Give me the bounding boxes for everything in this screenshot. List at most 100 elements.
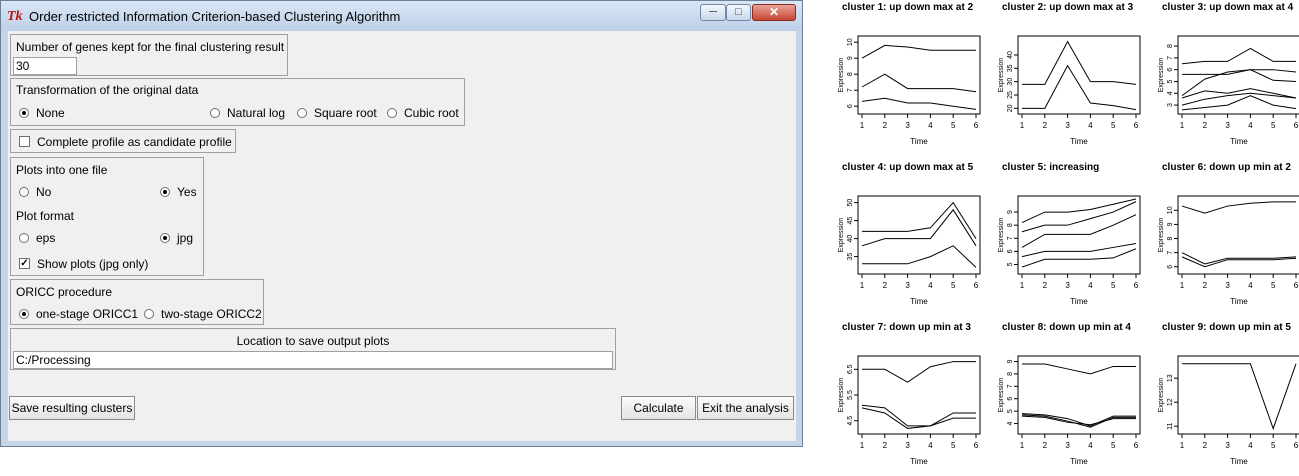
series-line-1 (1181, 201, 1296, 214)
y-tick-label: 50 (847, 199, 854, 207)
complete-profile-checkbox[interactable] (19, 136, 30, 147)
x-tick-label: 2 (883, 441, 888, 450)
x-tick-label: 5 (1271, 281, 1276, 290)
y-tick-label: 10 (847, 38, 854, 46)
radio-one-file-yes[interactable] (160, 187, 170, 197)
x-tick-label: 3 (905, 281, 910, 290)
plot-frame (857, 195, 981, 275)
x-axis-label: Time (1230, 297, 1248, 306)
y-tick-label: 35 (847, 253, 854, 261)
radio-oricc1[interactable] (19, 309, 29, 319)
y-axis-label: Expression (1158, 378, 1165, 413)
y-tick-label: 5.5 (847, 390, 854, 400)
x-tick-label: 4 (1088, 281, 1093, 290)
radio-natural-log[interactable] (210, 108, 220, 118)
radio-square-root-label: Square root (314, 106, 377, 120)
plot-frame (1177, 195, 1299, 275)
y-tick-label: 8 (1167, 44, 1174, 48)
x-axis-label: Time (910, 137, 928, 146)
y-tick-label: 6 (1167, 265, 1174, 269)
calculate-button[interactable]: Calculate (621, 396, 696, 420)
tk-logo-icon: Tk (7, 9, 23, 24)
radio-square-root[interactable] (297, 108, 307, 118)
x-tick-label: 5 (951, 281, 956, 290)
show-plots-label: Show plots (jpg only) (37, 257, 149, 271)
plot-5: 1 2 3 4 5 6 5 6 7 8 9 Time Expression (998, 195, 1141, 306)
complete-profile-frame: Complete profile as candidate profile (10, 129, 236, 153)
y-tick-label: 6.5 (847, 364, 854, 374)
x-axis-label: Time (1230, 457, 1248, 466)
radio-oricc2-label: two-stage ORICC2 (161, 307, 262, 321)
transform-frame: Transformation of the original data None… (10, 78, 465, 126)
radio-one-file-no-label: No (36, 185, 52, 199)
close-icon[interactable]: ✕ (752, 4, 796, 21)
save-clusters-button[interactable]: Save resulting clusters (9, 396, 135, 420)
location-label: Location to save output plots (236, 334, 390, 348)
x-tick-label: 3 (1225, 441, 1230, 450)
x-tick-label: 3 (1065, 441, 1070, 450)
procedure-frame: ORICC procedure one-stage ORICC1 two-sta… (10, 279, 264, 325)
radio-format-eps[interactable] (19, 233, 29, 243)
y-tick-label: 4 (1167, 91, 1174, 95)
series-line-3 (1021, 214, 1137, 248)
y-tick-label: 6 (1167, 68, 1174, 72)
y-tick-label: 6 (847, 104, 854, 108)
y-tick-label: 7 (1007, 236, 1014, 240)
x-tick-label: 3 (1225, 121, 1230, 130)
plot-frame (857, 355, 981, 435)
plot-title-8: cluster 8: down up min at 4 (1002, 322, 1131, 333)
transform-label: Transformation of the original data (16, 83, 199, 97)
maximize-icon[interactable]: □ (726, 4, 751, 21)
radio-oricc2[interactable] (144, 309, 154, 319)
plot-title-2: cluster 2: up down max at 3 (1002, 2, 1134, 13)
exit-button[interactable]: Exit the analysis (697, 396, 794, 420)
radio-cubic-root[interactable] (387, 108, 397, 118)
x-tick-label: 6 (974, 121, 979, 130)
plot-title-3: cluster 3: up down max at 4 (1162, 2, 1294, 13)
show-plots-checkbox[interactable]: ✓ (19, 258, 30, 269)
radio-format-jpg[interactable] (160, 233, 170, 243)
y-tick-label: 7 (1007, 384, 1014, 388)
location-input[interactable]: C:/Processing (13, 351, 613, 369)
x-tick-label: 4 (1088, 441, 1093, 450)
genes-input[interactable]: 30 (13, 57, 77, 75)
minimize-icon[interactable]: ─ (700, 4, 726, 21)
radio-one-file-no[interactable] (19, 187, 29, 197)
x-tick-label: 6 (1294, 441, 1299, 450)
genes-frame: Number of genes kept for the final clust… (10, 34, 288, 76)
x-tick-label: 4 (928, 281, 933, 290)
x-tick-label: 4 (1088, 121, 1093, 130)
y-tick-label: 9 (847, 56, 854, 60)
series-line-2 (1181, 252, 1297, 265)
y-tick-label: 11 (1167, 422, 1174, 429)
radio-natural-log-label: Natural log (227, 106, 286, 120)
series-line-1 (862, 361, 976, 383)
x-tick-label: 4 (1248, 441, 1253, 450)
radio-one-file-yes-label: Yes (177, 185, 197, 199)
x-tick-label: 2 (1043, 441, 1048, 450)
y-tick-label: 3 (1167, 103, 1174, 107)
series-line-1 (1182, 363, 1297, 431)
series-line-2 (1021, 201, 1137, 233)
x-tick-label: 2 (883, 281, 888, 290)
plot-7: 1 2 3 4 5 6 4.5 5.5 6.5 Time Expression (838, 355, 981, 466)
x-axis-label: Time (1070, 297, 1088, 306)
y-axis-label: Expression (998, 58, 1005, 93)
x-tick-label: 1 (860, 441, 865, 450)
title-bar[interactable]: Tk Order restricted Information Criterio… (1, 1, 802, 31)
y-tick-label: 6 (1007, 249, 1014, 253)
series-line-1 (862, 201, 977, 239)
plot-4: 1 2 3 4 5 635404550TimeExpression (838, 195, 981, 306)
y-tick-label: 8 (847, 72, 854, 76)
x-tick-label: 4 (928, 441, 933, 450)
x-tick-label: 4 (928, 121, 933, 130)
procedure-label: ORICC procedure (16, 285, 113, 299)
x-tick-label: 2 (883, 121, 888, 130)
client-area: Number of genes kept for the final clust… (8, 31, 796, 441)
plot-6: 1 2 3 4 5 6 6 7 8 9 10 Time Expression (1158, 195, 1299, 306)
x-tick-label: 3 (1065, 281, 1070, 290)
y-tick-label: 30 (1007, 78, 1014, 86)
window-title: Order restricted Information Criterion-b… (29, 9, 401, 24)
x-tick-label: 2 (1043, 121, 1048, 130)
radio-none[interactable] (19, 108, 29, 118)
